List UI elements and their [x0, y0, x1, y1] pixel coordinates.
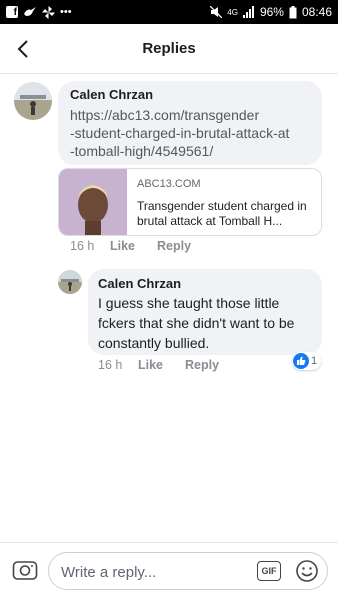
reply-bubble[interactable]: Calen Chrzan I guess she taught those li… [88, 269, 322, 355]
link-preview-card[interactable]: ABC13.COM Transgender student charged in… [58, 168, 322, 236]
preview-domain: ABC13.COM [137, 178, 201, 190]
comment-time: 16 h [70, 239, 95, 253]
comment-author[interactable]: Calen Chrzan [70, 87, 153, 102]
comment-bubble[interactable]: Calen Chrzan https://abc13.com/transgend… [58, 81, 322, 165]
back-arrow-icon [17, 40, 28, 58]
facebook-icon: f [6, 6, 18, 18]
reply-text: I guess she taught those little fckers t… [98, 295, 295, 351]
battery-icon [289, 5, 297, 19]
gif-button[interactable]: GIF [257, 561, 281, 581]
comment-link-line: https://abc13.com/transgender [70, 107, 260, 123]
reply-actions: 16 h Like Reply [98, 358, 241, 372]
comment-actions: 16 h Like Reply [70, 239, 213, 253]
reply-like-button[interactable]: Like [138, 358, 163, 372]
bird-icon [23, 5, 37, 19]
status-left: f ••• [6, 5, 72, 19]
more-dots-icon: ••• [60, 6, 72, 18]
camera-button[interactable] [12, 558, 38, 582]
like-button[interactable]: Like [110, 239, 135, 253]
back-button[interactable] [10, 36, 36, 62]
camera-icon [12, 561, 38, 580]
reply-input[interactable] [61, 561, 241, 583]
reply-time: 16 h [98, 358, 123, 372]
preview-thumbnail [59, 169, 127, 235]
reaction-count: 1 [311, 355, 318, 367]
status-bar: f ••• 4G 96% 08:46 [0, 0, 338, 24]
avatar[interactable] [58, 270, 82, 294]
emoji-button[interactable] [295, 559, 319, 583]
app-header: Replies [0, 24, 338, 74]
thumbs-up-icon [293, 353, 309, 369]
reply-input-wrapper: GIF [48, 552, 328, 590]
signal-icon [242, 5, 255, 19]
avatar[interactable] [14, 82, 52, 120]
comment-link[interactable]: https://abc13.com/transgender -student-c… [70, 106, 318, 160]
network-type: 4G [227, 7, 238, 17]
comment-link-line: -student-charged-in-brutal-attack-at [70, 125, 290, 141]
battery-percent: 96% [259, 5, 284, 19]
clock: 08:46 [301, 5, 332, 19]
page-title: Replies [142, 40, 196, 57]
reply-author[interactable]: Calen Chrzan [98, 276, 181, 291]
mute-icon [210, 5, 223, 19]
pinwheel-icon [42, 5, 55, 19]
status-right: 4G 96% 08:46 [210, 5, 332, 19]
reaction-summary[interactable]: 1 [292, 352, 322, 370]
preview-title: Transgender student charged in brutal at… [137, 199, 307, 228]
reply-reply-button[interactable]: Reply [185, 358, 219, 372]
reply-composer: GIF [0, 542, 338, 600]
reply-button[interactable]: Reply [157, 239, 191, 253]
comment-link-line: -tomball-high/4549561/ [70, 143, 214, 159]
emoji-icon [296, 560, 318, 582]
